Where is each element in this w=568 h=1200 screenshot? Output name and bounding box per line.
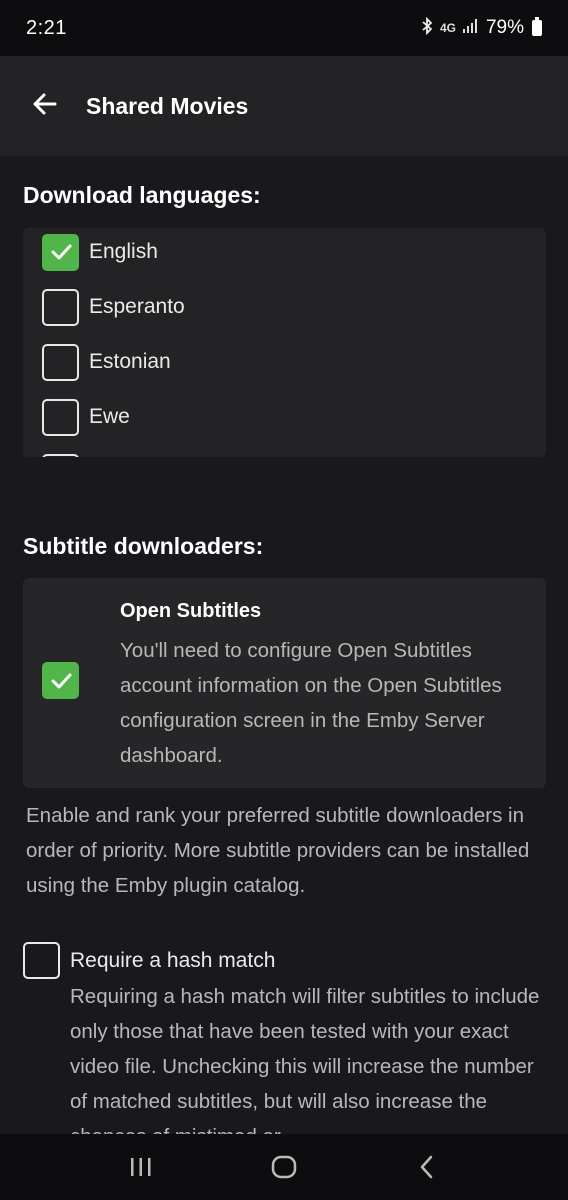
esperanto-checkbox[interactable]: [42, 288, 79, 326]
english-checkbox[interactable]: [42, 233, 79, 271]
battery-icon: [532, 17, 542, 36]
battery-percent: 79%: [485, 17, 524, 38]
arrow-left-icon: [31, 90, 59, 123]
provider-name: Open Subtitles: [120, 600, 262, 622]
language-item-esperanto[interactable]: Esperanto: [42, 288, 185, 326]
app-bar: Shared Movies: [0, 56, 568, 156]
language-label: English: [89, 240, 158, 263]
language-list[interactable]: English Esperanto Estonian Ewe: [23, 228, 546, 457]
signal-icon: [462, 18, 480, 38]
language-item-english[interactable]: English: [42, 233, 158, 271]
recents-button[interactable]: [111, 1142, 171, 1192]
partial-checkbox[interactable]: [42, 453, 79, 457]
hash-match-checkbox[interactable]: [23, 942, 60, 979]
status-icons: 4G 79%: [420, 16, 542, 39]
home-icon: [271, 1155, 297, 1179]
recents-icon: [131, 1158, 151, 1176]
bluetooth-icon: [420, 16, 434, 39]
check-icon: [51, 673, 71, 688]
language-item-estonian[interactable]: Estonian: [42, 343, 171, 381]
settings-content[interactable]: Download languages: English Esperanto Es…: [0, 156, 568, 1134]
navigation-bar: [0, 1134, 568, 1200]
ewe-checkbox[interactable]: [42, 398, 79, 436]
provider-description: You'll need to configure Open Subtitles …: [120, 639, 502, 767]
screen: 2:21 4G 79% Shared Movies Download langu…: [0, 0, 568, 1200]
subtitle-downloaders-heading: Subtitle downloaders:: [23, 533, 264, 559]
back-button[interactable]: [0, 56, 90, 156]
estonian-checkbox[interactable]: [42, 343, 79, 381]
download-languages-heading: Download languages:: [23, 182, 261, 208]
check-icon: [51, 244, 71, 260]
language-label: Esperanto: [89, 295, 185, 318]
language-item-partial[interactable]: [42, 453, 79, 457]
status-bar: 2:21 4G 79%: [0, 0, 568, 56]
page-title: Shared Movies: [86, 92, 249, 119]
status-time: 2:21: [26, 16, 67, 39]
network-icon: 4G: [439, 21, 456, 35]
hash-match-label: Require a hash match: [70, 948, 276, 972]
subtitle-downloaders-help: Enable and rank your preferred subtitle …: [26, 804, 530, 897]
system-back-button[interactable]: [397, 1142, 457, 1192]
open-subtitles-checkbox[interactable]: [42, 662, 79, 699]
home-button[interactable]: [254, 1142, 314, 1192]
provider-card-open-subtitles[interactable]: Open Subtitles You'll need to configure …: [23, 578, 546, 788]
language-item-ewe[interactable]: Ewe: [42, 398, 130, 436]
language-label: Estonian: [89, 350, 171, 373]
back-icon: [420, 1155, 432, 1179]
language-label: Ewe: [89, 405, 130, 428]
hash-match-description: Requiring a hash match will filter subti…: [70, 985, 540, 1134]
hash-match-option[interactable]: Require a hash match: [23, 942, 275, 979]
